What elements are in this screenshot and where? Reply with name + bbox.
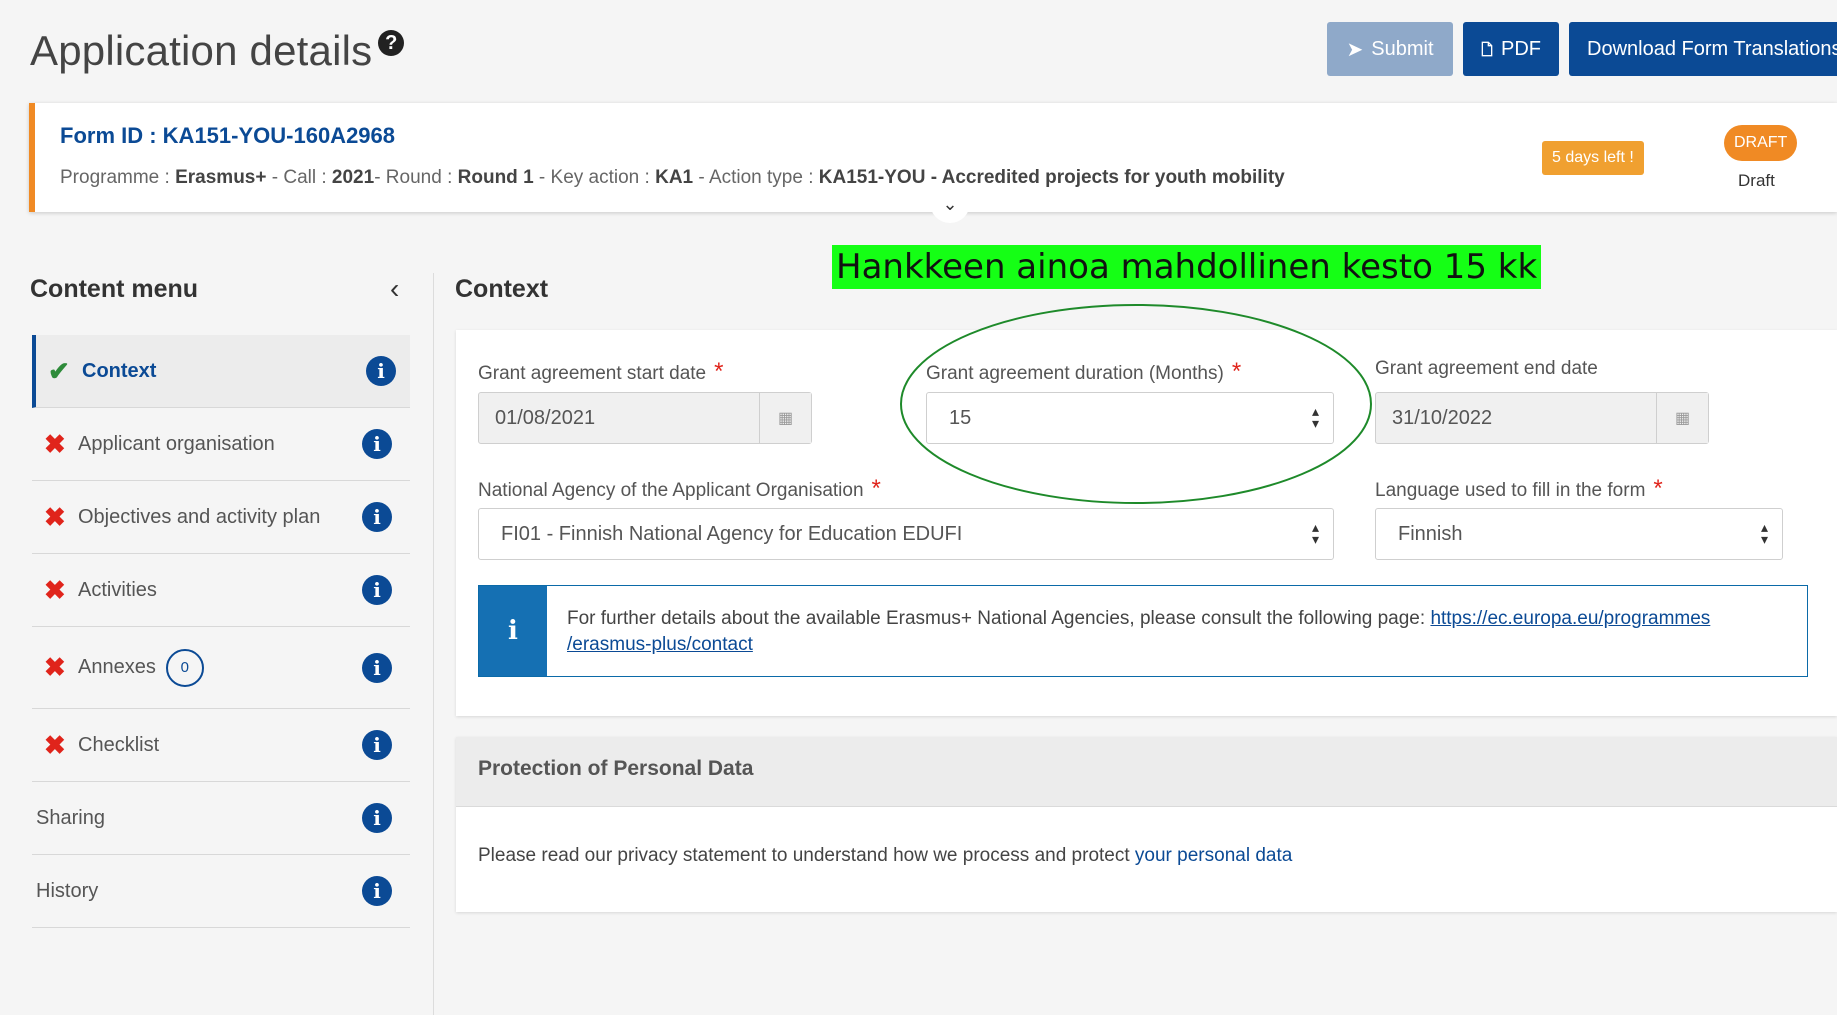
start-date-input[interactable]: 01/08/2021 ▦ xyxy=(478,392,812,444)
sidebar-item-sharing[interactable]: Sharing i xyxy=(32,782,410,855)
cross-icon: ✖ xyxy=(44,501,66,532)
cross-icon: ✖ xyxy=(44,428,66,459)
personal-data-panel: Protection of Personal Data Please read … xyxy=(456,737,1837,912)
info-box-text: For further details about the available … xyxy=(567,608,1711,655)
page-title: Application details? xyxy=(30,27,405,75)
cross-icon: ✖ xyxy=(44,729,66,760)
sidebar-item-context[interactable]: ✔ Context i xyxy=(32,335,410,408)
language-select[interactable]: Finnish ▴ ▾ xyxy=(1375,508,1783,560)
content-menu-title: Content menu xyxy=(30,275,199,303)
info-icon[interactable]: i xyxy=(366,356,396,386)
calendar-icon[interactable]: ▦ xyxy=(759,393,811,443)
annotation-ellipse xyxy=(900,304,1372,504)
sidebar-item-history[interactable]: History i xyxy=(32,855,410,928)
info-icon[interactable]: i xyxy=(362,730,392,760)
pdf-button[interactable]: PDF xyxy=(1463,22,1559,76)
chevron-down-icon[interactable]: ⌄ xyxy=(930,193,970,223)
form-meta: Programme : Erasmus+ - Call : 2021- Roun… xyxy=(60,167,1285,188)
calendar-icon[interactable]: ▦ xyxy=(1656,393,1708,443)
cross-icon: ✖ xyxy=(44,574,66,605)
annotation-label: Hankkeen ainoa mahdollinen kesto 15 kk xyxy=(832,245,1542,289)
application-details-page: Application details? ➤ Submit PDF Downlo… xyxy=(10,5,1837,1015)
personal-data-link[interactable]: your personal data xyxy=(1135,845,1292,866)
days-left-badge: 5 days left ! xyxy=(1542,141,1644,175)
info-icon[interactable]: i xyxy=(362,803,392,833)
cross-icon: ✖ xyxy=(44,652,66,682)
info-icon[interactable]: i xyxy=(362,429,392,459)
info-icon[interactable]: i xyxy=(362,502,392,532)
info-icon: i xyxy=(479,586,547,676)
sidebar-item-checklist[interactable]: ✖ Checklist i xyxy=(32,709,410,782)
sidebar-item-objectives[interactable]: ✖ Objectives and activity plan i xyxy=(32,481,410,554)
sort-arrows-icon: ▴ ▾ xyxy=(1760,519,1768,547)
section-title: Context xyxy=(455,275,549,303)
info-icon[interactable]: i xyxy=(362,652,392,683)
status-text: Draft xyxy=(1738,171,1775,190)
sidebar-item-annexes[interactable]: ✖ Annexes 0 i xyxy=(32,627,410,709)
download-form-translations-button[interactable]: Download Form Translations xyxy=(1569,22,1837,76)
paper-plane-icon: ➤ xyxy=(1346,38,1364,61)
end-date-label: Grant agreement end date xyxy=(1375,358,1598,379)
sidebar-item-applicant-organisation[interactable]: ✖ Applicant organisation i xyxy=(32,408,410,481)
form-summary-card: Form ID : KA151-YOU-160A2968 Programme :… xyxy=(29,103,1837,223)
start-date-label: Grant agreement start date * xyxy=(478,358,724,385)
end-date-input[interactable]: 31/10/2022 ▦ xyxy=(1375,392,1709,444)
info-icon[interactable]: i xyxy=(362,575,392,605)
status-badge: DRAFT xyxy=(1724,125,1798,161)
info-icon[interactable]: i xyxy=(362,876,392,906)
language-label: Language used to fill in the form * xyxy=(1375,475,1663,502)
toolbar: ➤ Submit PDF Download Form Translations xyxy=(1327,22,1837,76)
form-id: Form ID : KA151-YOU-160A2968 xyxy=(60,123,396,148)
info-box: i For further details about the availabl… xyxy=(478,585,1808,677)
chevron-left-icon[interactable]: ‹ xyxy=(390,273,399,305)
divider xyxy=(433,273,434,1015)
pdf-file-icon xyxy=(1481,41,1493,57)
checkmark-icon: ✔ xyxy=(48,355,70,386)
content-menu: ✔ Context i ✖ Applicant organisation i ✖… xyxy=(32,335,410,928)
annex-count-badge: 0 xyxy=(165,648,204,687)
national-agency-label: National Agency of the Applicant Organis… xyxy=(478,475,881,502)
national-agency-select[interactable]: FI01 - Finnish National Agency for Educa… xyxy=(478,508,1334,560)
personal-data-text: Please read our privacy statement to und… xyxy=(478,845,1293,866)
submit-button[interactable]: ➤ Submit xyxy=(1327,22,1453,76)
personal-data-title: Protection of Personal Data xyxy=(456,737,1837,807)
sort-arrows-icon: ▴ ▾ xyxy=(1311,519,1319,547)
question-circle-icon[interactable]: ? xyxy=(378,30,405,56)
sidebar-item-activities[interactable]: ✖ Activities i xyxy=(32,554,410,627)
